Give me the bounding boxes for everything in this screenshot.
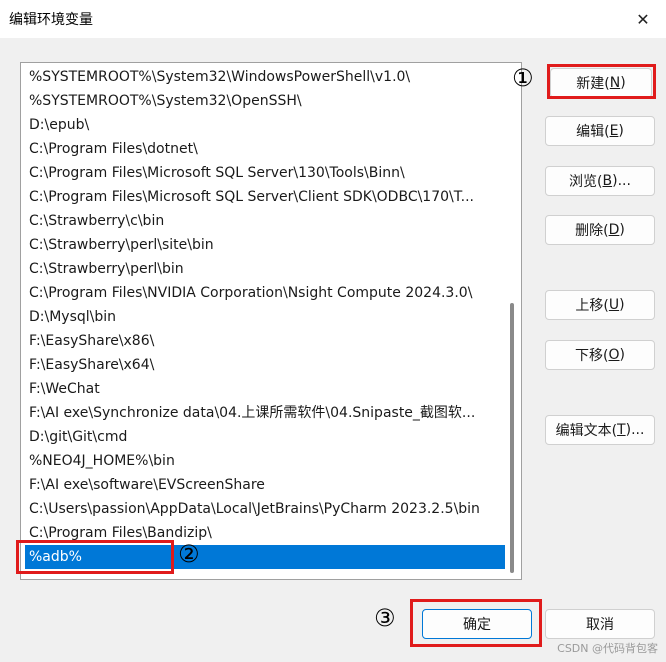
watermark: CSDN @代码背包客: [557, 642, 658, 655]
list-item[interactable]: C:\Program Files\Microsoft SQL Server\13…: [25, 161, 505, 185]
list-item[interactable]: %SYSTEMROOT%\System32\OpenSSH\: [25, 89, 505, 113]
list-item[interactable]: C:\Program Files\Microsoft SQL Server\Cl…: [25, 185, 505, 209]
vertical-scrollbar[interactable]: [505, 65, 519, 577]
cancel-button[interactable]: 取消: [545, 609, 655, 639]
list-item[interactable]: C:\Program Files\Bandizip\: [25, 521, 505, 545]
dialog-body: %SYSTEMROOT%\System32\WindowsPowerShell\…: [0, 38, 666, 662]
list-item[interactable]: C:\Program Files\NVIDIA Corporation\Nsig…: [25, 281, 505, 305]
list-item[interactable]: D:\Mysql\bin: [25, 305, 505, 329]
new-button[interactable]: 新建(N): [550, 68, 652, 98]
edit-env-variable-dialog: 编辑环境变量 ✕ %SYSTEMROOT%\System32\WindowsPo…: [0, 0, 666, 662]
step-3-marker: ③: [374, 604, 396, 632]
edit-text-button[interactable]: 编辑文本(T)...: [545, 415, 655, 445]
step-1-marker: ①: [512, 64, 534, 92]
list-item[interactable]: %NEO4J_HOME%\bin: [25, 449, 505, 473]
list-item[interactable]: F:\WeChat: [25, 377, 505, 401]
step-2-marker: ②: [178, 540, 200, 568]
browse-button[interactable]: 浏览(B)...: [545, 166, 655, 196]
list-item[interactable]: C:\Users\passion\AppData\Local\JetBrains…: [25, 497, 505, 521]
edit-button[interactable]: 编辑(E): [545, 116, 655, 146]
list-item[interactable]: F:\EasyShare\x64\: [25, 353, 505, 377]
scrollbar-thumb[interactable]: [510, 303, 514, 573]
list-item[interactable]: F:\AI exe\Synchronize data\04.上课所需软件\04.…: [25, 401, 505, 425]
list-item[interactable]: C:\Strawberry\perl\bin: [25, 257, 505, 281]
ok-button[interactable]: 确定: [422, 609, 532, 639]
list-item-selected[interactable]: %adb%: [25, 545, 505, 569]
move-down-button[interactable]: 下移(O): [545, 340, 655, 370]
list-item[interactable]: %SYSTEMROOT%\System32\WindowsPowerShell\…: [25, 65, 505, 89]
list-item[interactable]: C:\Strawberry\c\bin: [25, 209, 505, 233]
list-item[interactable]: D:\epub\: [25, 113, 505, 137]
list-item[interactable]: C:\Program Files\dotnet\: [25, 137, 505, 161]
close-button[interactable]: ✕: [620, 0, 666, 38]
delete-button[interactable]: 删除(D): [545, 215, 655, 245]
title-bar: 编辑环境变量 ✕: [0, 0, 666, 38]
move-up-button[interactable]: 上移(U): [545, 290, 655, 320]
path-list[interactable]: %SYSTEMROOT%\System32\WindowsPowerShell\…: [20, 62, 522, 580]
list-item[interactable]: D:\git\Git\cmd: [25, 425, 505, 449]
window-title: 编辑环境变量: [9, 12, 93, 28]
list-item[interactable]: F:\AI exe\software\EVScreenShare: [25, 473, 505, 497]
list-item[interactable]: C:\Strawberry\perl\site\bin: [25, 233, 505, 257]
list-item[interactable]: F:\EasyShare\x86\: [25, 329, 505, 353]
close-icon: ✕: [636, 9, 650, 29]
